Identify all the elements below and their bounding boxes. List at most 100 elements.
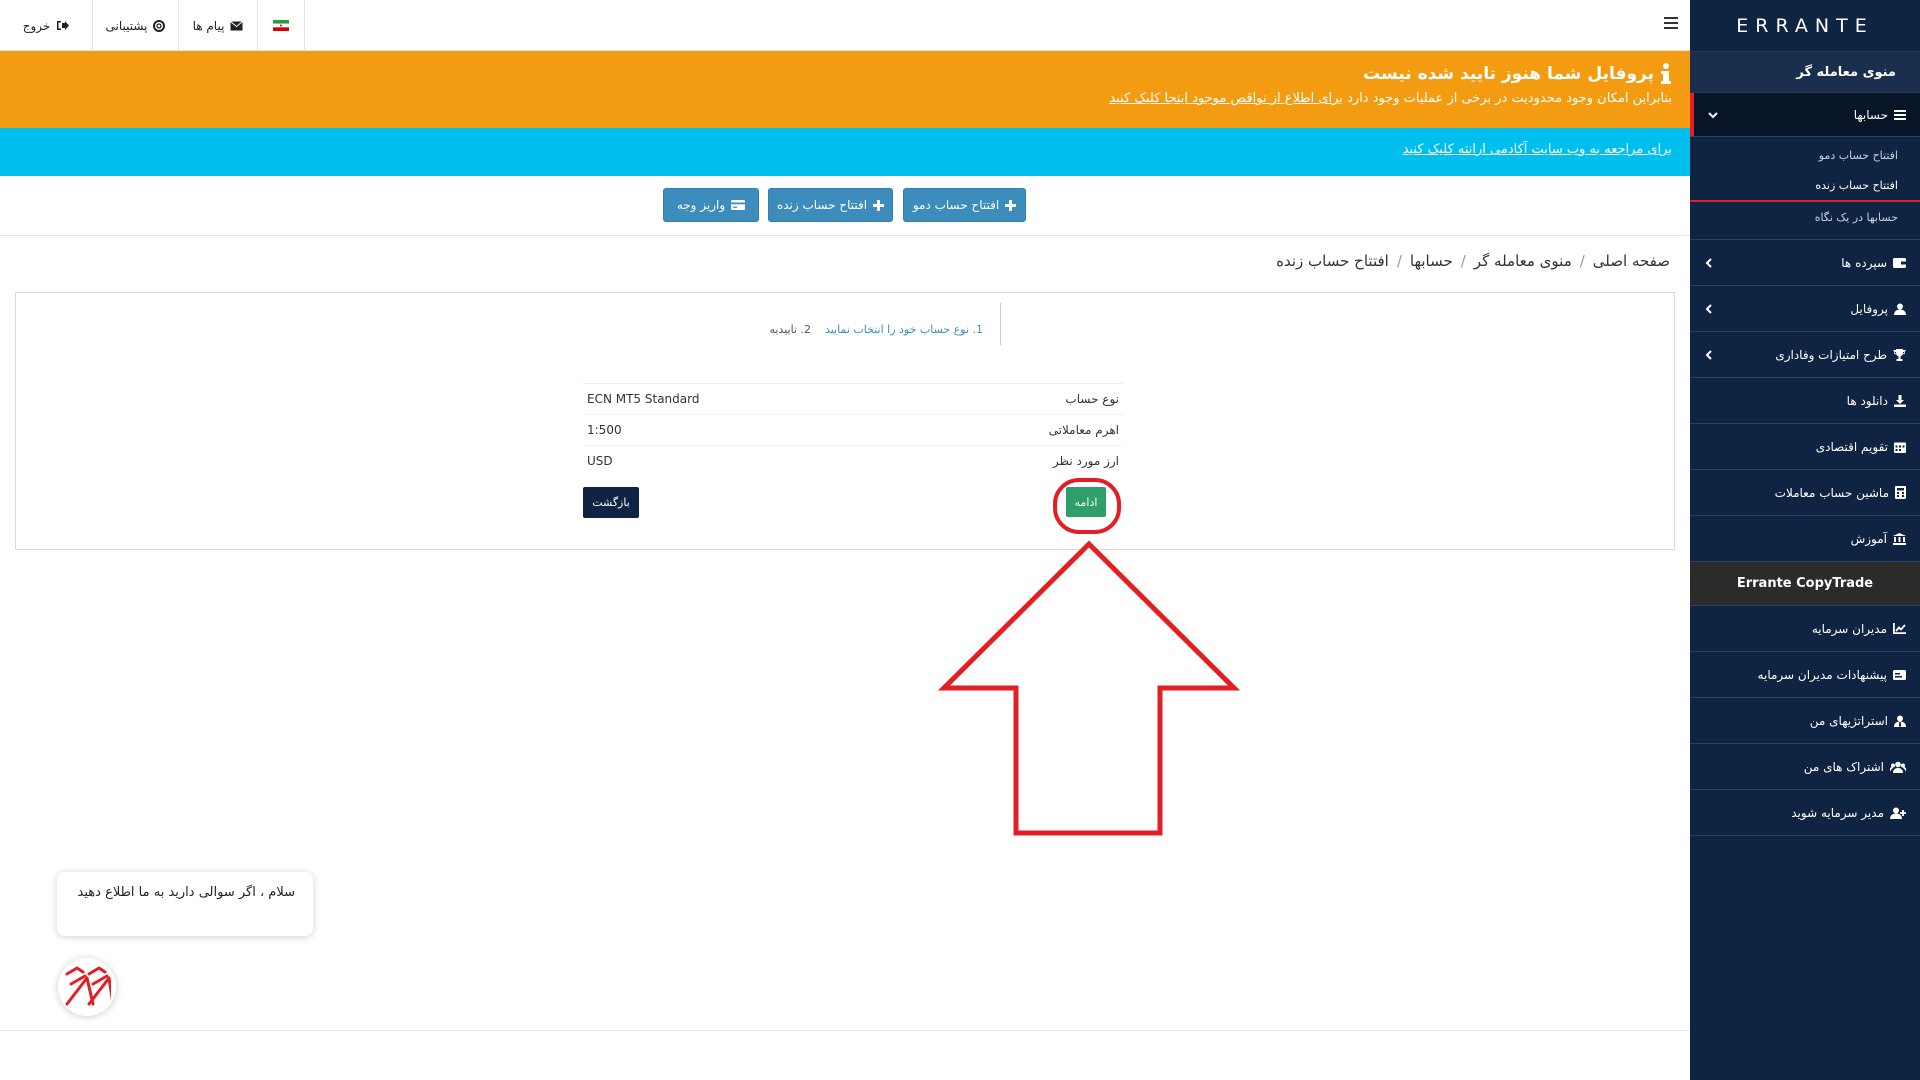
chat-message: سلام ، اگر سوالی دارید به ما اطلاع دهید xyxy=(77,885,295,900)
alert-text: بنابراین امکان وجود محدودیت در برخی از ع… xyxy=(1347,91,1672,106)
sidebar-item-calendar[interactable]: تقویم اقتصادی xyxy=(1690,424,1920,470)
user-tie-icon xyxy=(1894,715,1906,727)
chat-greeting-bubble[interactable]: سلام ، اگر سوالی دارید به ما اطلاع دهید xyxy=(57,872,313,936)
back-button[interactable]: بازگشت xyxy=(583,487,639,518)
highlight-circle xyxy=(1053,478,1121,534)
sidebar-item-become-manager[interactable]: مدیر سرمایه شوید xyxy=(1690,790,1920,836)
chart-icon xyxy=(1893,623,1906,634)
iran-flag-icon xyxy=(273,20,289,31)
wizard-steps: 1. نوع حساب خود را انتخاب نمایید 2. تایی… xyxy=(726,303,1001,345)
summary-value: 1:500 xyxy=(587,423,622,437)
life-ring-icon xyxy=(153,19,166,32)
sidebar-item-label: تقویم اقتصادی xyxy=(1815,439,1888,454)
envelope-icon xyxy=(230,20,244,30)
sidebar-item-profile[interactable]: پروفایل xyxy=(1690,286,1920,332)
step-select-account-type[interactable]: 1. نوع حساب خود را انتخاب نمایید xyxy=(825,323,983,336)
users-icon xyxy=(1890,761,1906,773)
sidebar-item-label: ماشین حساب معاملات xyxy=(1774,485,1889,500)
summary-label: ارز مورد نظر xyxy=(1052,454,1119,468)
sidebar-item-manager-offers[interactable]: پیشنهادات مدیران سرمایه xyxy=(1690,652,1920,698)
copytrade-section-header: Errante CopyTrade xyxy=(1690,562,1920,606)
chevron-down-icon xyxy=(1708,111,1718,118)
messages-label: پیام ها xyxy=(192,18,225,33)
main-content: خروج پشتیبانی پیام ها پروفایل شما هنوز ت… xyxy=(0,0,1690,1080)
chat-launcher-button[interactable] xyxy=(58,958,116,1016)
deposit-button[interactable]: واریز وجه xyxy=(663,188,759,222)
breadcrumb-separator: / xyxy=(1396,252,1402,270)
sidebar-item-label: دانلود ها xyxy=(1846,393,1888,408)
breadcrumb-separator: / xyxy=(1579,252,1585,270)
calendar-icon xyxy=(1894,442,1906,453)
demo-label: افتتاح حساب دمو xyxy=(912,198,1000,212)
sidebar-item-fund-managers[interactable]: مدیران سرمایه xyxy=(1690,606,1920,652)
calculator-icon xyxy=(1895,486,1906,499)
sidebar-item-label: استراتژیهای من xyxy=(1809,713,1888,728)
breadcrumb-home[interactable]: صفحه اصلی xyxy=(1593,252,1670,270)
step-divider xyxy=(1000,303,1001,345)
sidebar-item-label: پیشنهادات مدیران سرمایه xyxy=(1757,667,1887,682)
open-demo-account-button[interactable]: افتتاح حساب دمو xyxy=(903,188,1026,222)
credit-card-icon xyxy=(731,200,746,210)
sidebar-item-deposits[interactable]: سپرده ها xyxy=(1690,240,1920,286)
support-label: پشتیبانی xyxy=(105,18,148,33)
sidebar-item-accounts[interactable]: حسابها xyxy=(1690,93,1920,137)
logout-button[interactable]: خروج xyxy=(0,0,93,51)
accounts-submenu: افتتاح حساب دمو افتتاح حساب زنده حسابها … xyxy=(1690,137,1920,240)
submenu-accounts-overview[interactable]: حسابها در یک نگاه xyxy=(1690,202,1920,233)
sidebar-item-my-subscriptions[interactable]: اشتراک های من xyxy=(1690,744,1920,790)
submenu-open-live[interactable]: افتتاح حساب زنده xyxy=(1690,171,1920,202)
logout-label: خروج xyxy=(22,18,51,33)
summary-row: USD ارز مورد نظر xyxy=(583,445,1123,476)
account-wizard-card: 1. نوع حساب خود را انتخاب نمایید 2. تایی… xyxy=(15,292,1675,550)
alert-title: پروفایل شما هنوز تایید شده نیست xyxy=(1363,64,1654,84)
sidebar: ERRANTE منوی معامله گر حسابها افتتاح حسا… xyxy=(1690,0,1920,1080)
profile-issues-link[interactable]: برای اطلاع از نواقص موجود اینجا کلیک کنی… xyxy=(1109,91,1343,106)
red-up-arrow-annotation xyxy=(938,540,1240,836)
sidebar-item-label: اشتراک های من xyxy=(1803,759,1884,774)
footer-divider xyxy=(0,1030,1690,1031)
sidebar-toggle-icon[interactable] xyxy=(1664,17,1678,31)
breadcrumb-current: افتتاح حساب زنده xyxy=(1276,252,1389,270)
user-icon xyxy=(1894,303,1906,315)
sidebar-item-my-strategies[interactable]: استراتژیهای من xyxy=(1690,698,1920,744)
trader-menu-title: منوی معامله گر xyxy=(1690,51,1920,93)
messages-button[interactable]: پیام ها xyxy=(179,0,258,51)
sidebar-item-calculator[interactable]: ماشین حساب معاملات xyxy=(1690,470,1920,516)
sidebar-item-downloads[interactable]: دانلود ها xyxy=(1690,378,1920,424)
action-bar: واریز وجه افتتاح حساب زنده افتتاح حساب د… xyxy=(0,176,1690,236)
sidebar-item-label: پروفایل xyxy=(1850,301,1888,316)
plus-icon xyxy=(873,199,885,211)
sidebar-item-label: طرح امتیازات وفاداری xyxy=(1775,347,1887,362)
sidebar-item-label: آموزش xyxy=(1850,531,1887,546)
summary-label: نوع حساب xyxy=(1065,392,1119,406)
list-icon xyxy=(1894,109,1906,120)
step-confirmation[interactable]: 2. تاییدیه xyxy=(769,323,811,336)
errante-logo[interactable]: ERRANTE xyxy=(1690,0,1920,51)
support-button[interactable]: پشتیبانی xyxy=(93,0,179,51)
info-person-icon xyxy=(1661,63,1671,84)
user-plus-icon xyxy=(1890,807,1906,819)
sidebar-item-education[interactable]: آموزش xyxy=(1690,516,1920,562)
breadcrumb-separator: / xyxy=(1460,252,1466,270)
card-icon xyxy=(1893,669,1906,680)
breadcrumb-trader-menu[interactable]: منوی معامله گر xyxy=(1474,252,1572,270)
academy-alert: برای مراجعه به وب سایت آکادمی ارانته کلی… xyxy=(0,128,1690,176)
sign-out-icon xyxy=(57,21,70,30)
breadcrumb-accounts[interactable]: حسابها xyxy=(1410,252,1453,270)
breadcrumb: صفحه اصلی / منوی معامله گر / حسابها / اف… xyxy=(1276,252,1670,270)
submenu-open-demo[interactable]: افتتاح حساب دمو xyxy=(1690,140,1920,171)
academy-link[interactable]: برای مراجعه به وب سایت آکادمی ارانته کلی… xyxy=(1403,142,1672,157)
trophy-icon xyxy=(1893,348,1906,361)
chevron-left-icon xyxy=(1705,303,1712,314)
wallet-icon xyxy=(1893,258,1906,268)
chevron-left-icon xyxy=(1705,257,1712,268)
sidebar-item-label: سپرده ها xyxy=(1841,255,1887,270)
errante-logo-icon xyxy=(65,966,111,1006)
sidebar-item-label: مدیران سرمایه xyxy=(1811,621,1887,636)
summary-row: 1:500 اهرم معاملاتی xyxy=(583,414,1123,445)
sidebar-item-loyalty[interactable]: طرح امتیازات وفاداری xyxy=(1690,332,1920,378)
open-live-account-button[interactable]: افتتاح حساب زنده xyxy=(768,188,893,222)
profile-unverified-alert: پروفایل شما هنوز تایید شده نیست بنابراین… xyxy=(0,51,1690,128)
summary-row: ECN MT5 Standard نوع حساب xyxy=(583,383,1123,414)
language-selector[interactable] xyxy=(258,0,305,51)
